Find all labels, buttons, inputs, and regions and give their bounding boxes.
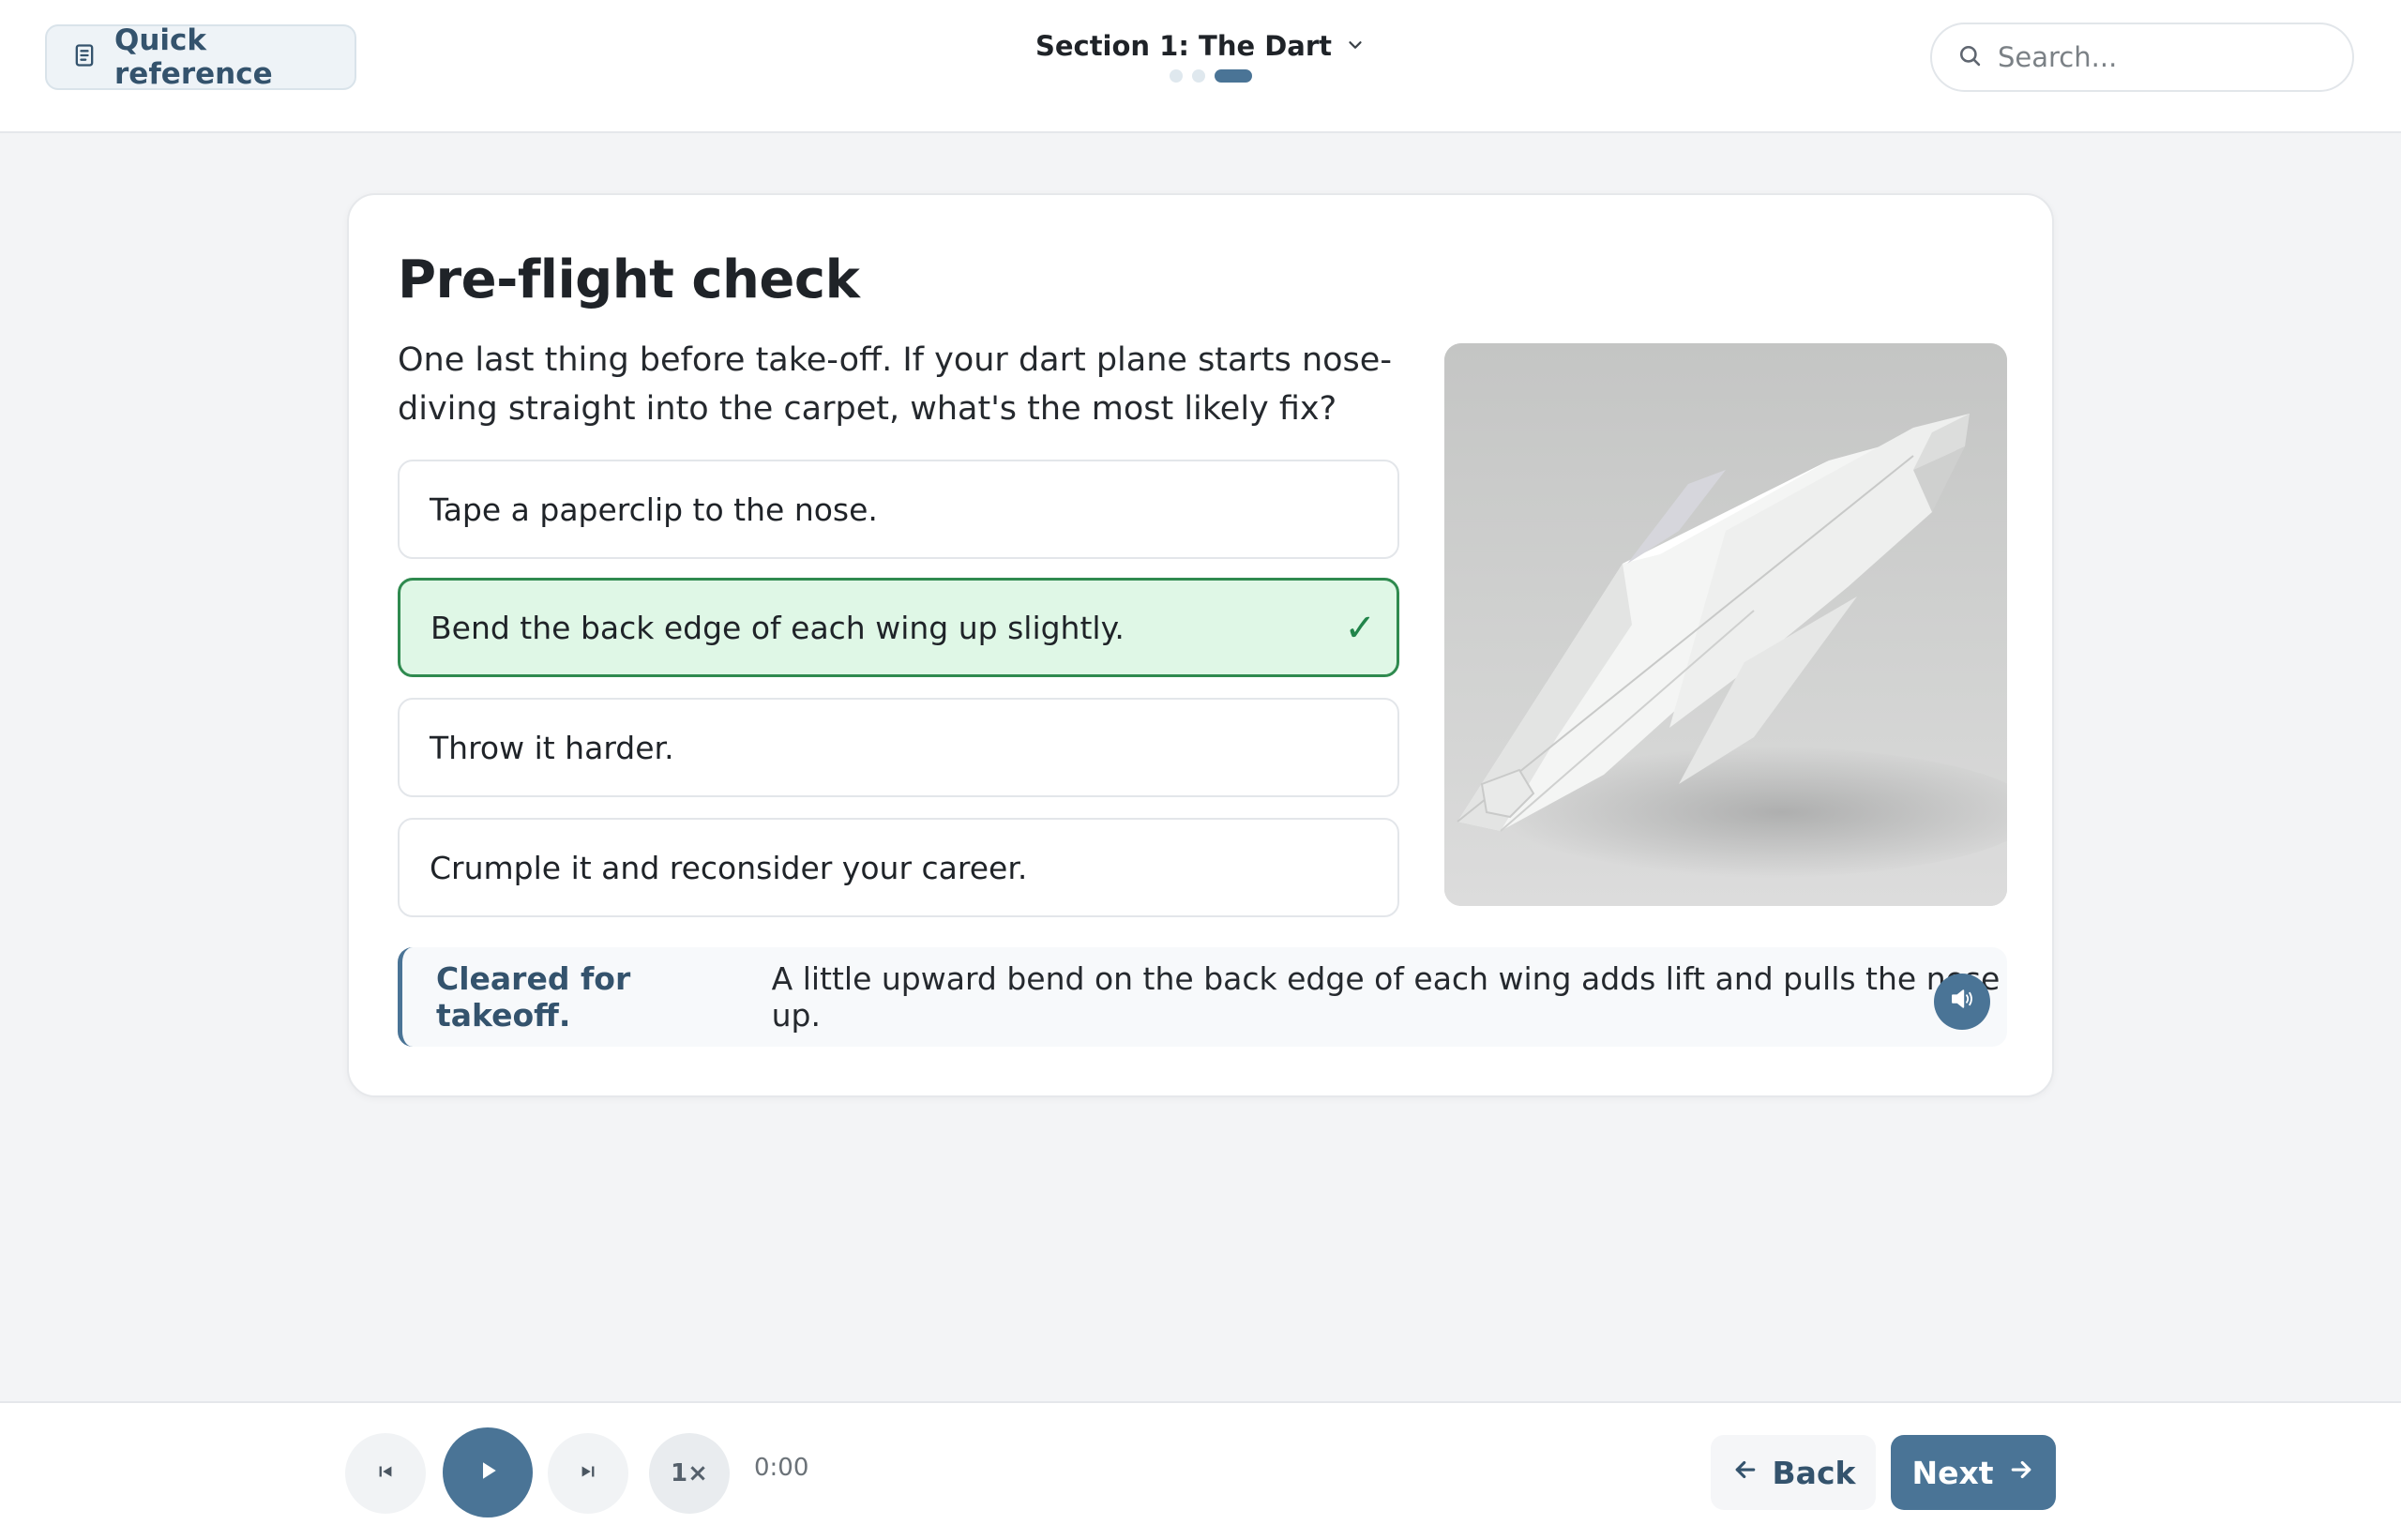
paper-plane-photo [1444, 343, 2007, 906]
checkmark-icon: ✓ [1344, 607, 1376, 650]
back-button[interactable]: Back [1711, 1435, 1876, 1510]
skip-forward-icon [578, 1461, 598, 1486]
next-button[interactable]: Next [1891, 1435, 2056, 1510]
search-input[interactable] [1996, 40, 2337, 74]
answer-option-label: Crumple it and reconsider your career. [430, 849, 1028, 886]
arrow-left-icon [1731, 1455, 1759, 1491]
question-card: Pre-flight check One last thing before t… [347, 193, 2054, 1097]
skip-back-icon [375, 1461, 396, 1486]
answer-option-label: Bend the back edge of each wing up sligh… [430, 609, 1125, 646]
paper-plane-illustration [1444, 343, 2007, 906]
play-icon [474, 1457, 502, 1488]
feedback-text: A little upward bend on the back edge of… [771, 960, 2001, 1034]
play-button[interactable] [443, 1427, 533, 1517]
search-icon [1956, 42, 1983, 72]
play-audio-button[interactable] [1934, 974, 1990, 1030]
skip-forward-button[interactable] [548, 1433, 628, 1514]
speaker-icon [1948, 984, 1976, 1020]
answer-option[interactable]: Throw it harder. [398, 698, 1399, 797]
playback-time: 0:00 [754, 1454, 809, 1482]
answer-option-label: Throw it harder. [430, 729, 674, 766]
feedback-lead: Cleared for takeoff. [436, 960, 631, 1034]
skip-back-button[interactable] [345, 1433, 426, 1514]
playback-speed-button[interactable]: 1× [649, 1433, 730, 1514]
section-title: Section 1: The Dart [1034, 30, 1333, 62]
playback-speed-label: 1× [671, 1459, 708, 1487]
answer-option[interactable]: Tape a paperclip to the nose. [398, 460, 1399, 559]
bottom-bar: 1× 0:00 Back Next [0, 1401, 2401, 1540]
question-prompt: One last thing before take-off. If your … [398, 341, 1392, 428]
next-label: Next [1911, 1454, 1994, 1491]
search-box[interactable] [1930, 23, 2354, 92]
top-bar: Quick reference Section 1: The Dart [0, 0, 2401, 133]
progress-dot [1192, 69, 1205, 83]
chevron-down-icon [1345, 33, 1366, 59]
answer-option-correct[interactable]: Bend the back edge of each wing up sligh… [398, 578, 1399, 677]
progress-dot-current [1215, 69, 1252, 83]
arrow-right-icon [2007, 1455, 2035, 1491]
answer-option[interactable]: Crumple it and reconsider your career. [398, 818, 1399, 917]
back-label: Back [1772, 1454, 1856, 1491]
feedback-banner: Cleared for takeoff. A little upward ben… [398, 947, 2007, 1047]
answer-option-label: Tape a paperclip to the nose. [430, 491, 878, 528]
question-title: Pre-flight check [398, 249, 860, 310]
progress-dot [1170, 69, 1183, 83]
